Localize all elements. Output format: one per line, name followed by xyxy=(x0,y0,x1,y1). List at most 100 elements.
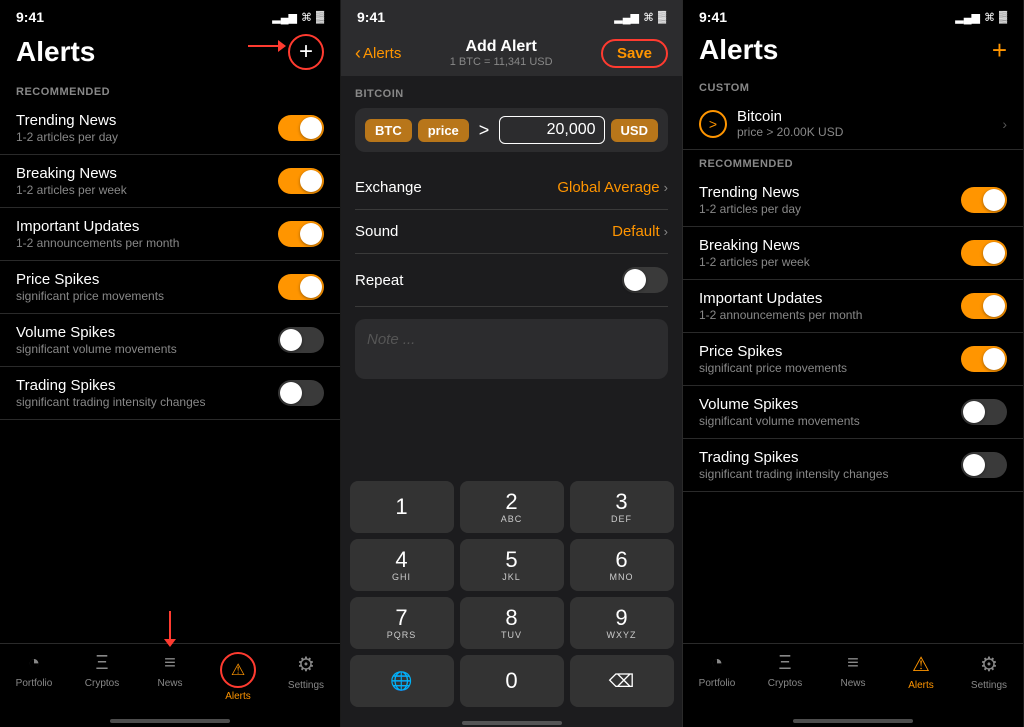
chevron-right-icon-bitcoin: › xyxy=(1002,116,1007,132)
key-delete[interactable]: ⌫ xyxy=(570,655,674,707)
alert-sub: 1-2 articles per day xyxy=(16,130,118,144)
toggle-trading-spikes-right[interactable] xyxy=(961,452,1007,478)
recommended-section-header-right: RECOMMENDED xyxy=(683,150,1023,174)
key-1[interactable]: 1 xyxy=(350,481,454,533)
formula-field-tag[interactable]: price xyxy=(418,119,469,142)
tab-label: Settings xyxy=(288,680,324,691)
custom-item-name: Bitcoin xyxy=(737,108,843,125)
status-bar-left: 9:41 ▂▄▆ ⌘ ▓ xyxy=(0,0,340,30)
tab-label: Alerts xyxy=(908,680,934,691)
alert-item-important-updates-right: Important Updates 1-2 announcements per … xyxy=(683,280,1023,333)
recommended-section-header-left: RECOMMENDED xyxy=(0,78,340,102)
wifi-icon-mid: ⌘ xyxy=(643,11,654,24)
status-icons-mid: ▂▄▆ ⌘ ▓ xyxy=(614,11,666,24)
alert-item-trending-news-right: Trending News 1-2 articles per day xyxy=(683,174,1023,227)
repeat-toggle[interactable] xyxy=(622,267,668,293)
right-panel: 9:41 ▂▄▆ ⌘ ▓ Alerts + CUSTOM > Bitcoin p… xyxy=(683,0,1024,727)
portfolio-icon-right: ◔ xyxy=(711,652,723,675)
alert-sub: 1-2 announcements per month xyxy=(16,236,179,250)
toggle-volume-spikes[interactable] xyxy=(278,327,324,353)
tab-news-right[interactable]: ≡ News xyxy=(819,652,887,689)
back-button[interactable]: ‹ Alerts xyxy=(355,43,401,64)
tab-label: Alerts xyxy=(225,691,251,702)
signal-icon-mid: ▂▄▆ xyxy=(614,11,639,24)
alert-sub: significant price movements xyxy=(16,289,164,303)
toggle-price-spikes-right[interactable] xyxy=(961,346,1007,372)
nav-bar-mid: ‹ Alerts Add Alert 1 BTC = 11,341 USD Sa… xyxy=(341,30,682,76)
greater-than-icon: > xyxy=(709,116,717,132)
key-2[interactable]: 2ABC xyxy=(460,481,564,533)
alert-item-price-spikes: Price Spikes significant price movements xyxy=(0,261,340,314)
alert-name: Trading Spikes xyxy=(16,377,205,394)
save-button[interactable]: Save xyxy=(601,39,668,68)
alert-item-price-spikes-right: Price Spikes significant price movements xyxy=(683,333,1023,386)
formula-coin-tag[interactable]: BTC xyxy=(365,119,412,142)
tab-label: News xyxy=(157,678,182,689)
portfolio-icon: ◔ xyxy=(28,652,40,675)
key-3[interactable]: 3DEF xyxy=(570,481,674,533)
tab-cryptos-right[interactable]: Ξ Cryptos xyxy=(751,652,819,689)
tab-portfolio-right[interactable]: ◔ Portfolio xyxy=(683,652,751,689)
tab-settings-right[interactable]: ⚙ Settings xyxy=(955,652,1023,691)
add-arrow xyxy=(248,40,286,52)
formula-row: BTC price > USD xyxy=(355,108,668,152)
alert-sub: significant volume movements xyxy=(699,414,860,428)
cryptos-icon: Ξ xyxy=(96,652,109,675)
custom-bitcoin-item[interactable]: > Bitcoin price > 20.00K USD › xyxy=(683,98,1023,150)
signal-icon: ▂▄▆ xyxy=(272,11,297,24)
alert-name: Important Updates xyxy=(16,218,179,235)
add-button-right[interactable]: + xyxy=(992,35,1007,66)
formula-value-input[interactable] xyxy=(499,116,604,144)
alert-name: Volume Spikes xyxy=(699,396,860,413)
toggle-breaking-news-right[interactable] xyxy=(961,240,1007,266)
tab-cryptos-left[interactable]: Ξ Cryptos xyxy=(68,652,136,689)
note-field[interactable]: Note ... xyxy=(355,319,668,379)
alert-sub: significant volume movements xyxy=(16,342,177,356)
key-8[interactable]: 8TUV xyxy=(460,597,564,649)
battery-icon: ▓ xyxy=(316,11,324,23)
keyboard-row-2: 4GHI 5JKL 6MNO xyxy=(347,539,676,591)
tab-news-left[interactable]: ≡ News xyxy=(136,652,204,689)
alert-item-breaking-news: Breaking News 1-2 articles per week xyxy=(0,155,340,208)
key-5[interactable]: 5JKL xyxy=(460,539,564,591)
alert-name: Trending News xyxy=(699,184,801,201)
nav-title-mid: Add Alert 1 BTC = 11,341 USD xyxy=(401,38,601,68)
tab-portfolio-left[interactable]: ◔ Portfolio xyxy=(0,652,68,689)
delete-icon: ⌫ xyxy=(609,671,634,692)
key-4[interactable]: 4GHI xyxy=(350,539,454,591)
nav-bar-left: Alerts xyxy=(0,30,340,78)
exchange-row[interactable]: Exchange Global Average › xyxy=(355,166,668,210)
alert-sub: significant price movements xyxy=(699,361,847,375)
sound-row[interactable]: Sound Default › xyxy=(355,210,668,254)
key-6[interactable]: 6MNO xyxy=(570,539,674,591)
alert-item-volume-spikes: Volume Spikes significant volume movemen… xyxy=(0,314,340,367)
toggle-important-updates-right[interactable] xyxy=(961,293,1007,319)
status-icons-right: ▂▄▆ ⌘ ▓ xyxy=(955,11,1007,24)
add-alert-button[interactable] xyxy=(288,34,324,70)
toggle-trending-news-right[interactable] xyxy=(961,187,1007,213)
toggle-breaking-news[interactable] xyxy=(278,168,324,194)
page-title-left: Alerts xyxy=(16,36,95,68)
tab-alerts-left[interactable]: ⚠ Alerts xyxy=(204,652,272,702)
key-9[interactable]: 9WXYZ xyxy=(570,597,674,649)
wifi-icon-right: ⌘ xyxy=(984,11,995,24)
formula-currency-tag[interactable]: USD xyxy=(611,119,658,142)
battery-icon-right: ▓ xyxy=(999,11,1007,23)
toggle-trending-news[interactable] xyxy=(278,115,324,141)
toggle-price-spikes[interactable] xyxy=(278,274,324,300)
globe-icon: 🌐 xyxy=(390,671,412,692)
tab-label: Cryptos xyxy=(768,678,802,689)
tab-alerts-right[interactable]: ⚠ Alerts xyxy=(887,652,955,691)
toggle-volume-spikes-right[interactable] xyxy=(961,399,1007,425)
nav-bar-right: Alerts + xyxy=(683,30,1023,74)
toggle-trading-spikes[interactable] xyxy=(278,380,324,406)
custom-item-sub: price > 20.00K USD xyxy=(737,125,843,139)
key-7[interactable]: 7PQRS xyxy=(350,597,454,649)
tab-bar-left: ◔ Portfolio Ξ Cryptos ≡ News ⚠ Alerts ⚙ … xyxy=(0,643,340,715)
key-0[interactable]: 0 xyxy=(460,655,564,707)
tab-settings-left[interactable]: ⚙ Settings xyxy=(272,652,340,691)
toggle-important-updates[interactable] xyxy=(278,221,324,247)
key-globe[interactable]: 🌐 xyxy=(350,655,454,707)
alert-sub: 1-2 articles per day xyxy=(699,202,801,216)
alert-item-volume-spikes-right: Volume Spikes significant volume movemen… xyxy=(683,386,1023,439)
